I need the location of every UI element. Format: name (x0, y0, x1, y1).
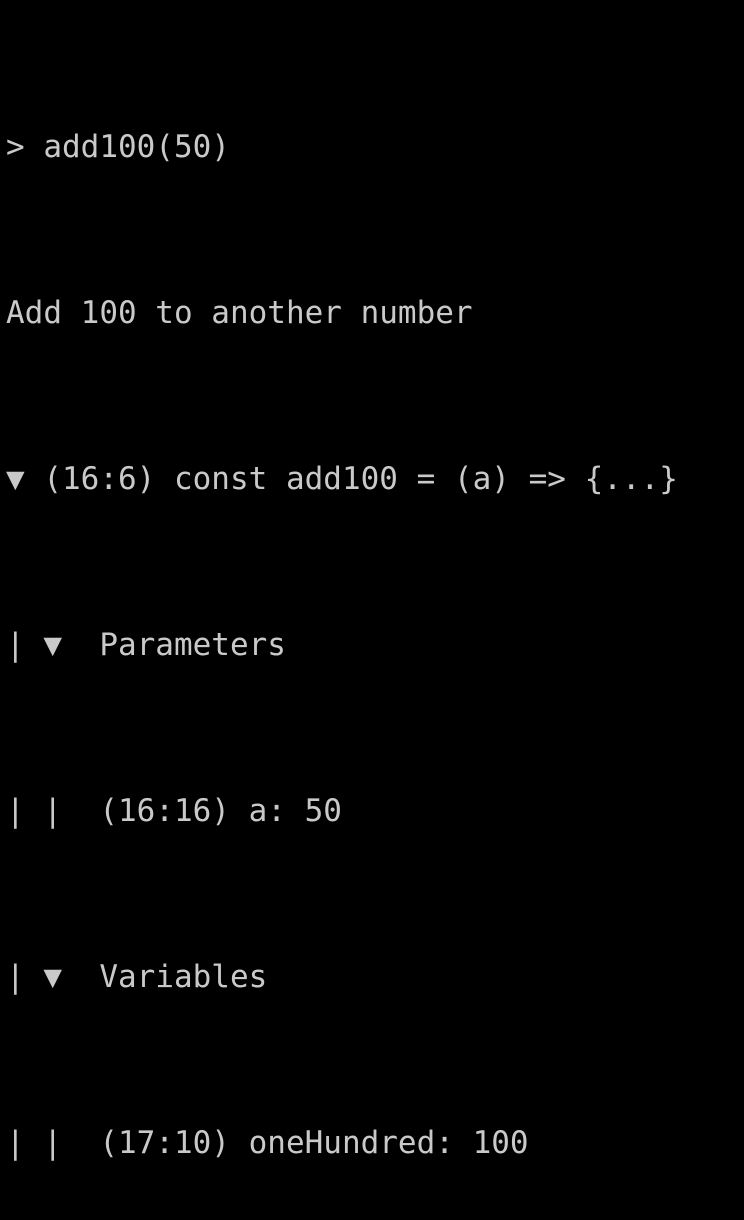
tree-leaf-parameter-a[interactable]: | | (16:16) a: 50 (6, 791, 744, 833)
repl-console[interactable]: > add100(50) Add 100 to another number ▼… (0, 0, 744, 1161)
tree-leaf-variable-onehundred[interactable]: | | (17:10) oneHundred: 100 (6, 1123, 744, 1165)
repl-input-line: > add100(50) (6, 128, 230, 165)
tree-group-parameters[interactable]: | ▼ Parameters (6, 625, 744, 667)
tree-group-variables[interactable]: | ▼ Variables (6, 957, 744, 999)
function-description-line: Add 100 to another number (6, 294, 473, 331)
tree-root-node[interactable]: ▼ (16:6) const add100 = (a) => {...} (6, 459, 744, 501)
